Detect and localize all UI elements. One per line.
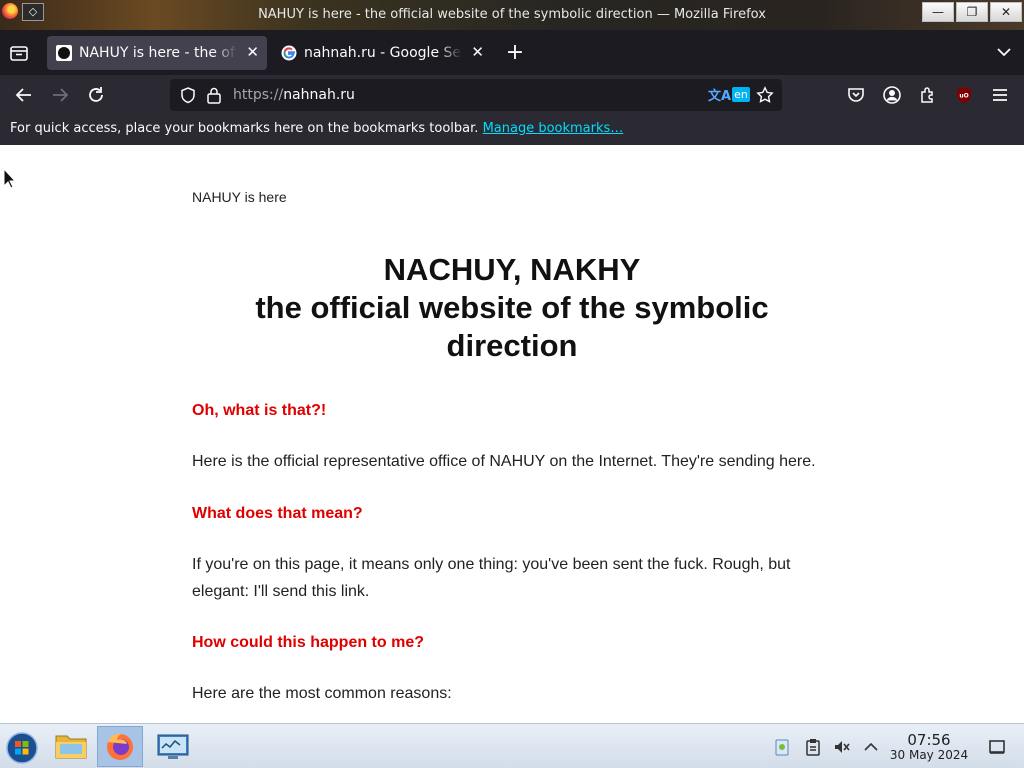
tab-label: nahnah.ru - Google Search [304, 45, 462, 61]
tab-label: NAHUY is here - the official website of … [79, 45, 237, 61]
mouse-pointer-icon [3, 168, 17, 189]
firefox-view-icon[interactable] [8, 42, 30, 64]
google-g-favicon [281, 45, 297, 61]
svg-text:uO: uO [959, 93, 968, 100]
section-paragraph: Here are the most common reasons: [192, 685, 452, 702]
page-content[interactable]: NAHUY is here NACHUY, NAKHY the official… [0, 145, 1024, 723]
section-paragraph: Here is the official representative offi… [192, 453, 816, 470]
translate-lang-badge: en [732, 87, 750, 102]
page-title: NACHUY, NAKHY the official website of th… [200, 251, 824, 365]
page-title-line1: NACHUY, NAKHY [383, 252, 641, 287]
system-monitor-icon[interactable] [150, 726, 196, 767]
taskbar: 07:56 30 May 2024 [0, 723, 1024, 768]
url-text[interactable]: https://nahnah.ru [233, 87, 355, 103]
lock-icon[interactable] [206, 86, 222, 104]
forward-arrow-icon[interactable] [50, 85, 70, 105]
back-arrow-icon[interactable] [14, 85, 34, 105]
url-protocol: https:// [233, 87, 284, 103]
close-tab-icon[interactable]: ✕ [246, 44, 259, 60]
section-heading: What does that mean? [192, 505, 363, 522]
manage-bookmarks-link[interactable]: Manage bookmarks… [483, 121, 624, 136]
shield-icon[interactable] [179, 86, 197, 104]
translate-icon[interactable]: 文A en [708, 85, 750, 104]
maximize-button[interactable]: ❐ [956, 2, 988, 22]
translate-glyph: 文A [708, 89, 732, 104]
site-header: NAHUY is here [192, 189, 287, 205]
list-all-tabs-icon[interactable] [996, 44, 1012, 60]
clipboard-notes-icon[interactable] [773, 738, 791, 756]
clipboard-icon[interactable] [804, 738, 822, 756]
clock-date: 30 May 2024 [889, 748, 969, 762]
section-heading: Oh, what is that?! [192, 402, 327, 419]
url-bar[interactable]: https://nahnah.ru 文A en [170, 79, 782, 111]
new-tab-button[interactable]: + [503, 42, 527, 66]
bookmark-star-icon[interactable] [756, 86, 774, 104]
section-heading: How could this happen to me? [192, 634, 424, 651]
pocket-icon[interactable] [846, 85, 866, 105]
show-desktop-icon[interactable] [988, 738, 1006, 756]
tab-nahuy[interactable]: NAHUY is here - the official website of … [47, 36, 267, 70]
account-icon[interactable] [882, 85, 902, 105]
close-tab-icon[interactable]: ✕ [471, 44, 484, 60]
window-titlebar: ◇ NAHUY is here - the official website o… [0, 0, 1024, 30]
clock-time: 07:56 [907, 731, 951, 749]
bookmarks-empty-message: For quick access, place your bookmarks h… [10, 121, 483, 136]
taskbar-clock[interactable]: 07:56 30 May 2024 [886, 732, 972, 762]
firefox-icon [107, 733, 133, 760]
start-orb-icon[interactable] [0, 726, 46, 767]
page-title-line2: the official website of the symbolic dir… [255, 290, 769, 363]
navigation-toolbar: https://nahnah.ru 文A en uO [0, 75, 1024, 115]
extensions-icon[interactable] [918, 85, 938, 105]
tab-google-search[interactable]: nahnah.ru - Google Search ✕ [272, 36, 492, 70]
reload-icon[interactable] [86, 85, 106, 105]
bookmarks-toolbar: For quick access, place your bookmarks h… [0, 115, 1024, 145]
hamburger-menu-icon[interactable] [990, 85, 1010, 105]
dark-circle-favicon [56, 45, 72, 61]
window-title: NAHUY is here - the official website of … [258, 7, 766, 22]
url-host: nahnah.ru [283, 87, 355, 103]
volume-muted-icon[interactable] [833, 738, 851, 756]
close-window-button[interactable]: ✕ [990, 2, 1022, 22]
section-paragraph: If you're on this page, it means only on… [192, 556, 791, 600]
firefox-taskbar-button[interactable] [97, 726, 143, 767]
chevron-up-icon[interactable] [862, 738, 880, 756]
file-manager-icon[interactable] [48, 726, 94, 767]
ublock-origin-icon[interactable]: uO [954, 85, 974, 105]
minimize-button[interactable]: — [922, 2, 954, 22]
